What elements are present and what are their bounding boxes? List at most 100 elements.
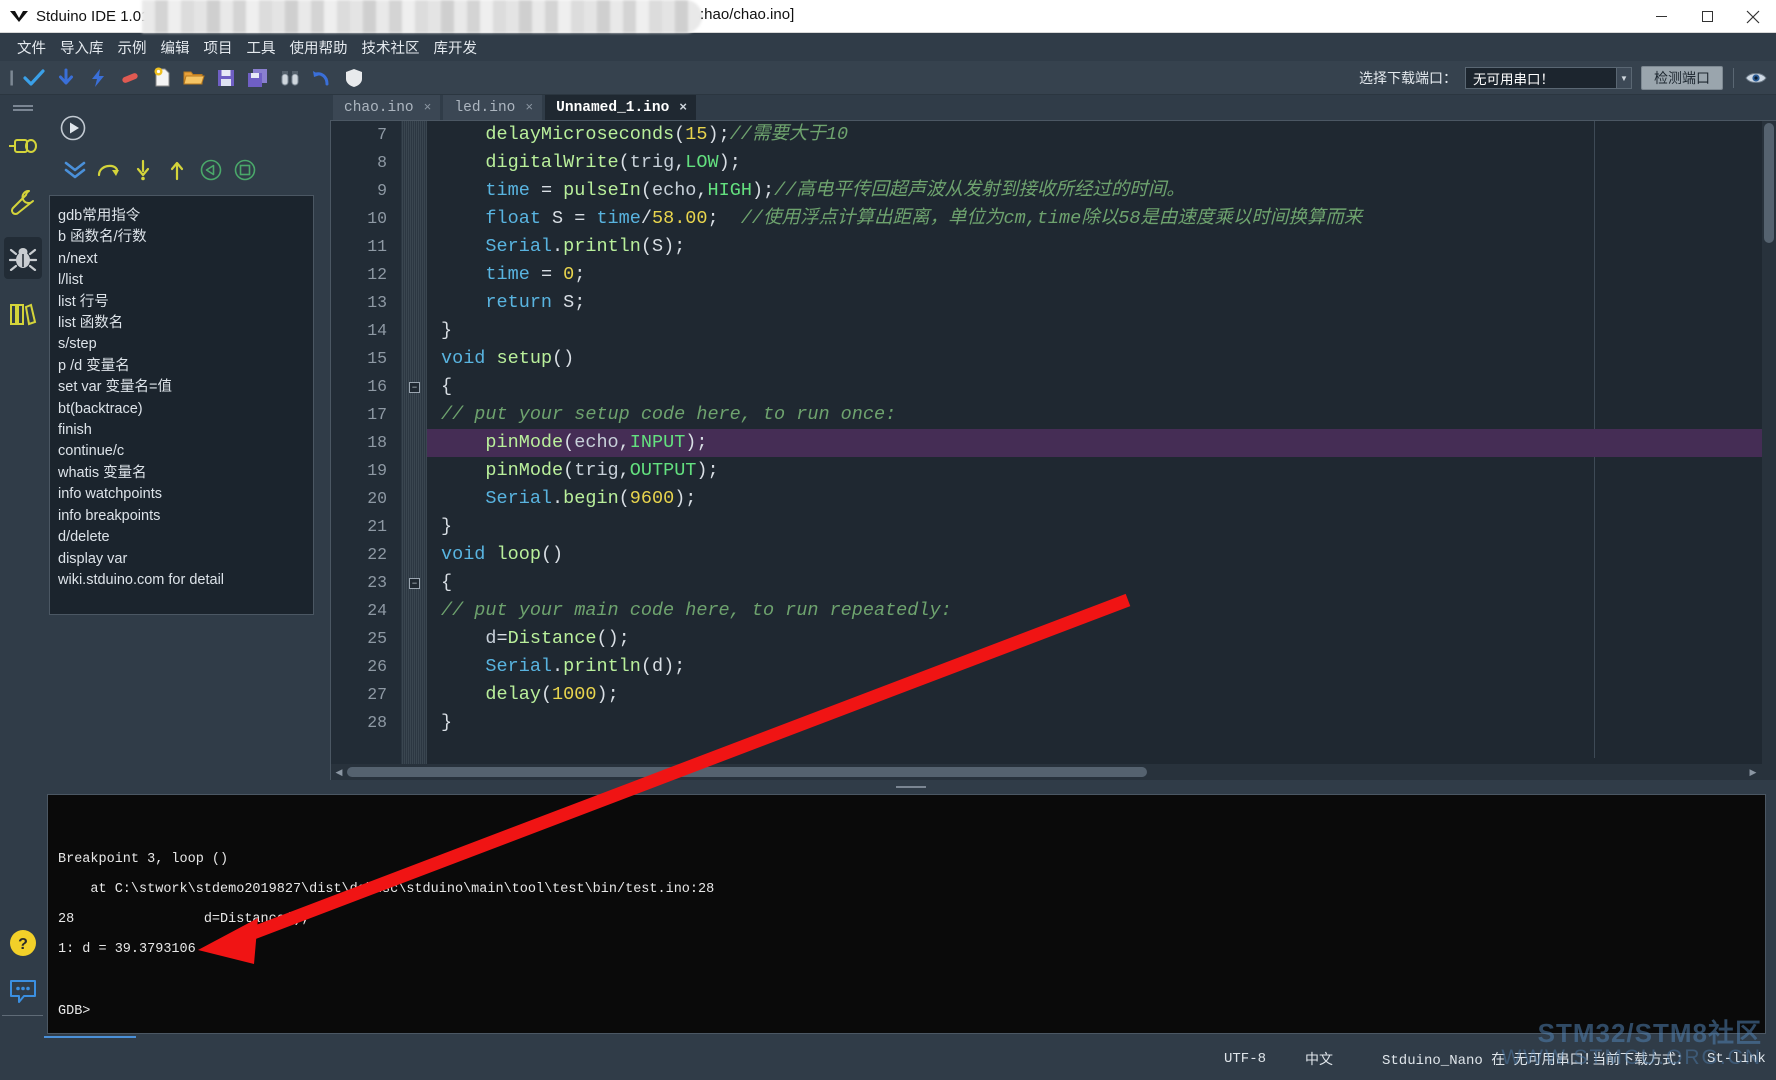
undo-icon[interactable] — [306, 63, 338, 93]
code-line[interactable]: { — [427, 569, 1776, 597]
code-token: delay — [485, 684, 541, 705]
menu-examples[interactable]: 示例 — [111, 35, 154, 60]
debug-continue-button[interactable] — [58, 155, 92, 185]
close-icon[interactable]: × — [679, 100, 687, 115]
menu-edit[interactable]: 编辑 — [154, 35, 197, 60]
toolbar-grip[interactable]: || — [9, 69, 15, 87]
fold-toggle[interactable]: − — [409, 382, 420, 393]
tab-led-ino[interactable]: led.ino × — [443, 95, 543, 120]
code-content[interactable]: delayMicroseconds(15);//需要大于10 digitalWr… — [427, 121, 1776, 780]
serial-monitor-icon[interactable] — [338, 63, 370, 93]
debug-step-out-button[interactable] — [160, 155, 194, 185]
menu-file[interactable]: 文件 — [10, 35, 53, 60]
menu-project[interactable]: 项目 — [197, 35, 240, 60]
code-line[interactable]: digitalWrite(trig,LOW); — [427, 149, 1776, 177]
code-editor[interactable]: delayMicroseconds(15);//需要大于10 digitalWr… — [330, 120, 1776, 780]
scrollbar-thumb[interactable] — [347, 767, 1147, 777]
code-token: , — [618, 460, 630, 481]
code-line[interactable]: delay(1000); — [427, 681, 1776, 709]
code-line[interactable]: delayMicroseconds(15);//需要大于10 — [427, 121, 1776, 149]
sidebar-debug-icon[interactable] — [3, 237, 42, 279]
find-icon[interactable] — [274, 63, 306, 93]
code-line[interactable]: } — [427, 709, 1776, 737]
fold-margin[interactable] — [401, 121, 427, 780]
chevron-down-icon[interactable]: ▼ — [1617, 67, 1632, 89]
code-line[interactable]: { — [427, 373, 1776, 401]
new-file-icon[interactable] — [146, 63, 178, 93]
debug-restart-button[interactable] — [194, 155, 228, 185]
code-token: ); — [718, 152, 741, 173]
sidebar-tools-icon[interactable] — [4, 181, 42, 223]
debug-step-into-button[interactable] — [126, 155, 160, 185]
code-token: ); — [707, 124, 730, 145]
line-number: 10 — [367, 209, 387, 228]
port-select[interactable]: 无可用串口！ — [1465, 67, 1617, 89]
code-token: //高电平传回超声波从发射到接收所经过的时间。 — [774, 180, 1185, 201]
menu-community[interactable]: 技术社区 — [355, 35, 427, 60]
code-line[interactable]: time = pulseIn(echo,HIGH);//高电平传回超声波从发射到… — [427, 177, 1776, 205]
scrollbar-thumb[interactable] — [1764, 123, 1774, 243]
status-download-value: St-link — [1707, 1051, 1766, 1067]
debug-stop-button[interactable] — [228, 155, 262, 185]
code-token: time — [485, 264, 530, 285]
close-icon[interactable]: × — [525, 100, 533, 115]
code-line[interactable]: d=Distance(); — [427, 625, 1776, 653]
gdb-command-line: continue/c — [58, 443, 125, 460]
close-button[interactable] — [1730, 0, 1776, 33]
code-line[interactable]: return S; — [427, 289, 1776, 317]
sidebar-library-icon[interactable] — [4, 293, 42, 335]
code-token: pinMode — [485, 460, 564, 481]
flash-icon[interactable] — [82, 63, 114, 93]
eye-icon[interactable] — [1744, 68, 1768, 88]
code-line[interactable]: float S = time/58.00; //使用浮点计算出距离，单位为cm,… — [427, 205, 1776, 233]
code-line[interactable]: // put your main code here, to run repea… — [427, 597, 1776, 625]
code-line[interactable]: Serial.println(S); — [427, 233, 1776, 261]
gdb-console[interactable]: Breakpoint 3, loop () at C:\stwork\stdem… — [47, 794, 1766, 1034]
code-line[interactable]: pinMode(echo,INPUT); — [427, 429, 1776, 457]
code-line[interactable]: void setup() — [427, 345, 1776, 373]
code-line[interactable]: time = 0; — [427, 261, 1776, 289]
code-token: return — [485, 292, 553, 313]
save-all-icon[interactable] — [242, 63, 274, 93]
menu-help[interactable]: 使用帮助 — [283, 35, 355, 60]
verify-icon[interactable] — [18, 63, 50, 93]
code-line[interactable]: } — [427, 513, 1776, 541]
editor-horizontal-scrollbar[interactable]: ◀ ▶ — [331, 764, 1776, 780]
menu-library-dev[interactable]: 库开发 — [427, 35, 485, 60]
scroll-left-icon[interactable]: ◀ — [332, 764, 346, 780]
code-line[interactable]: pinMode(trig,OUTPUT); — [427, 457, 1776, 485]
sidebar-board-icon[interactable] — [4, 125, 42, 167]
code-line[interactable]: void loop() — [427, 541, 1776, 569]
code-token: } — [441, 320, 453, 341]
eraser-icon[interactable] — [114, 63, 146, 93]
code-line[interactable]: // put your setup code here, to run once… — [427, 401, 1776, 429]
scroll-right-icon[interactable]: ▶ — [1746, 764, 1760, 780]
fold-toggle[interactable]: − — [409, 578, 420, 589]
code-token: Serial — [485, 236, 553, 257]
code-line[interactable]: } — [427, 317, 1776, 345]
code-line[interactable]: Serial.begin(9600); — [427, 485, 1776, 513]
open-folder-icon[interactable] — [178, 63, 210, 93]
tab-chao-ino[interactable]: chao.ino × — [333, 95, 441, 120]
console-prompt[interactable]: GDB> — [58, 1004, 90, 1019]
debug-step-over-button[interactable] — [92, 155, 126, 185]
upload-icon[interactable] — [50, 63, 82, 93]
help-icon[interactable]: ? — [8, 928, 38, 963]
menu-tools[interactable]: 工具 — [240, 35, 283, 60]
save-icon[interactable] — [210, 63, 242, 93]
code-token: ); — [685, 432, 708, 453]
tab-unnamed-1-ino[interactable]: Unnamed_1.ino × — [545, 95, 697, 120]
maximize-button[interactable] — [1684, 0, 1730, 33]
detect-port-button[interactable]: 检测端口 — [1641, 66, 1723, 90]
debug-start-button[interactable] — [60, 115, 86, 146]
stduino-ide-window: Stduino IDE 1.01 [C :hao/chao.ino] 文件 导入… — [0, 0, 1776, 1080]
minimize-button[interactable] — [1638, 0, 1684, 33]
code-token: println — [563, 236, 641, 257]
panel-splitter[interactable] — [45, 780, 1776, 794]
menu-import-library[interactable]: 导入库 — [53, 35, 111, 60]
editor-vertical-scrollbar[interactable] — [1762, 121, 1776, 764]
code-line[interactable]: Serial.println(d); — [427, 653, 1776, 681]
feedback-icon[interactable] — [8, 979, 38, 1010]
close-icon[interactable]: × — [424, 100, 432, 115]
line-number: 23 — [367, 573, 387, 592]
